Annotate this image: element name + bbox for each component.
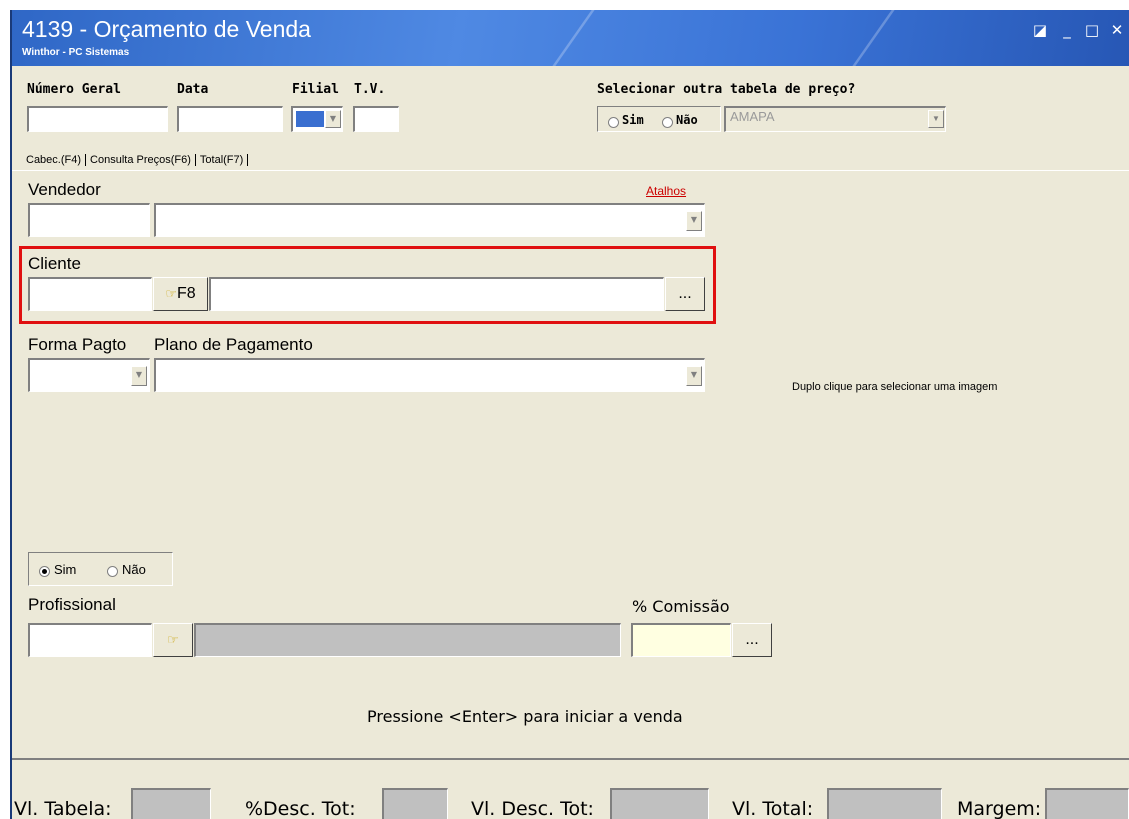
chevron-down-icon[interactable]: ▼ (686, 211, 702, 231)
radio-sim-profissional[interactable] (39, 564, 50, 578)
radio-nao-profissional-label: Não (122, 562, 146, 577)
radio-nao-label: Não (676, 113, 698, 127)
vl-total-label: Vl. Total: (732, 798, 814, 819)
numero-geral-input[interactable] (27, 106, 168, 132)
desc-tot-pct-value (382, 788, 448, 819)
app-window: 4139 - Orçamento de Venda Winthor - PC S… (10, 10, 1129, 819)
image-hint[interactable]: Duplo clique para selecionar uma imagem (792, 381, 997, 393)
chevron-down-icon[interactable]: ▼ (686, 366, 702, 386)
cliente-name-input[interactable] (209, 277, 664, 311)
radio-sim-profissional-label: Sim (54, 562, 77, 577)
plano-pagamento-select[interactable]: ▼ (154, 358, 705, 392)
tab-cabec[interactable]: Cabec.(F4) (22, 154, 87, 166)
profissional-code-input[interactable] (28, 623, 152, 657)
totals-bar: Vl. Tabela: %Desc. Tot: Vl. Desc. Tot: V… (12, 758, 1129, 819)
vendedor-name-select[interactable]: ▼ (154, 203, 705, 237)
filial-color-swatch (296, 111, 324, 127)
vendedor-code-input[interactable] (28, 203, 150, 237)
vl-desc-tot-value (610, 788, 709, 819)
vendedor-label: Vendedor (28, 180, 101, 199)
plano-pagamento-label: Plano de Pagamento (154, 335, 313, 354)
cliente-search-button[interactable]: ☞F8 (153, 277, 208, 311)
profissional-name-field (194, 623, 621, 657)
data-label: Data (177, 82, 209, 97)
pointing-hand-icon: ☞ (167, 632, 179, 647)
restore-icon[interactable]: ◪ (1032, 22, 1048, 38)
vl-total-value (827, 788, 942, 819)
maximize-icon[interactable]: □ (1084, 22, 1100, 38)
tab-strip: Cabec.(F4) Consulta Preços(F6) Total(F7) (22, 150, 249, 168)
price-table-select[interactable]: AMAPA ▼ (724, 106, 946, 132)
radio-nao-profissional[interactable] (107, 564, 118, 578)
radio-sim-label: Sim (622, 113, 644, 127)
cliente-label: Cliente (28, 254, 81, 273)
comissao-input[interactable] (631, 623, 731, 657)
cliente-code-input[interactable] (28, 277, 152, 311)
comissao-label: % Comissão (632, 597, 730, 616)
profissional-search-button[interactable]: ☞ (153, 623, 193, 657)
enter-hint: Pressione <Enter> para iniciar a venda (367, 707, 683, 726)
cliente-ellipsis-button[interactable]: ... (665, 277, 705, 311)
chevron-down-icon[interactable]: ▼ (325, 110, 341, 128)
pointing-hand-icon: ☞ (165, 286, 177, 301)
sim-nao-radio-group: Sim Não (28, 552, 173, 586)
title-bar[interactable]: 4139 - Orçamento de Venda Winthor - PC S… (12, 10, 1129, 66)
price-table-question: Selecionar outra tabela de preço? (597, 82, 856, 97)
tv-input[interactable] (353, 106, 399, 132)
forma-pagto-label: Forma Pagto (28, 335, 127, 354)
comissao-ellipsis-button[interactable]: ... (732, 623, 772, 657)
radio-nao[interactable] (662, 115, 673, 129)
price-table-radio-group: Sim Não (597, 106, 721, 132)
window-subtitle: Winthor - PC Sistemas (22, 47, 130, 58)
vl-desc-tot-label: Vl. Desc. Tot: (471, 798, 594, 819)
minimize-icon[interactable]: _ (1059, 22, 1075, 38)
filial-select[interactable]: ▼ (291, 106, 343, 132)
margem-value (1045, 788, 1129, 819)
data-input[interactable] (177, 106, 283, 132)
price-table-value: AMAPA (730, 109, 775, 124)
close-icon[interactable]: ✕ (1109, 22, 1125, 38)
tab-divider (12, 170, 1129, 171)
atalhos-link[interactable]: Atalhos (646, 184, 686, 198)
chevron-down-icon[interactable]: ▼ (131, 366, 147, 386)
forma-pagto-select[interactable]: ▼ (28, 358, 150, 392)
tab-consulta-precos[interactable]: Consulta Preços(F6) (86, 154, 196, 166)
vl-tabela-label: Vl. Tabela: (14, 798, 112, 819)
chevron-down-icon[interactable]: ▼ (928, 110, 944, 128)
window-title: 4139 - Orçamento de Venda (22, 16, 311, 42)
tv-label: T.V. (354, 82, 386, 97)
desc-tot-pct-label: %Desc. Tot: (245, 798, 356, 819)
numero-geral-label: Número Geral (27, 82, 121, 97)
margem-label: Margem: (957, 798, 1042, 819)
filial-label: Filial (292, 82, 339, 97)
vl-tabela-value (131, 788, 211, 819)
profissional-label: Profissional (28, 595, 116, 614)
radio-sim[interactable] (608, 115, 619, 129)
tab-total[interactable]: Total(F7) (195, 154, 249, 166)
